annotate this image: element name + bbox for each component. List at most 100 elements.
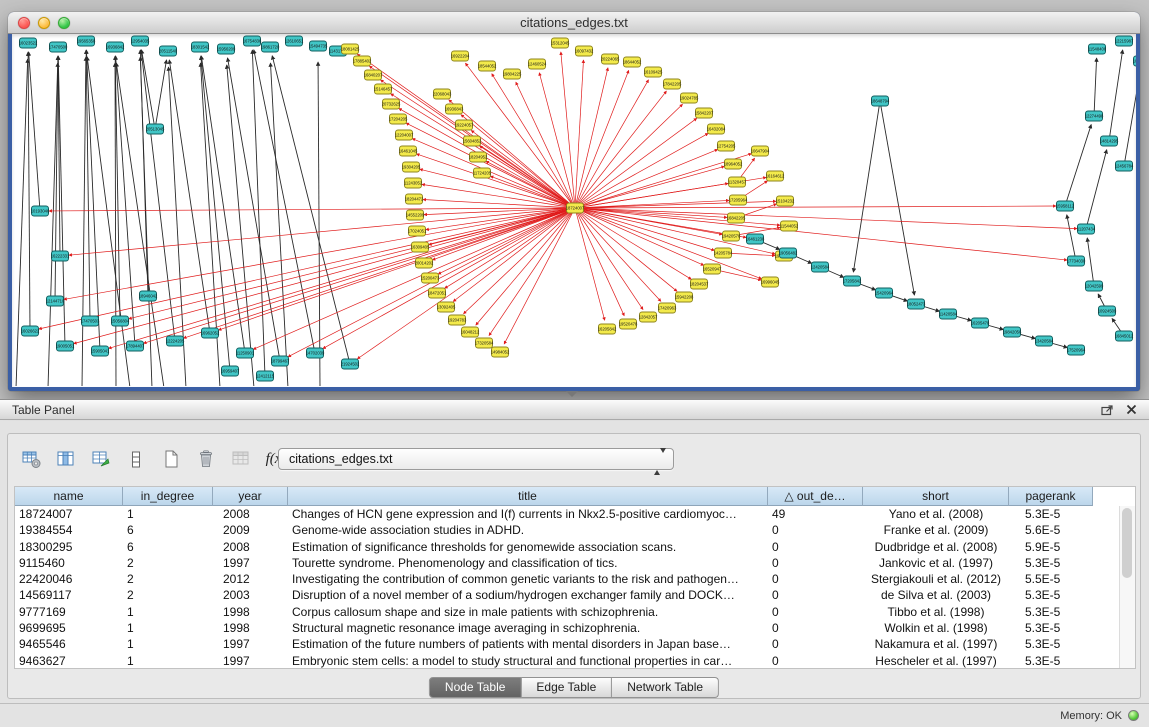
graph-node[interactable]: 13420584 (1035, 336, 1054, 346)
graph-node[interactable]: 12954035 (131, 36, 150, 46)
panel-divider-handle[interactable] (566, 391, 578, 397)
graph-node[interactable]: 15146457 (374, 84, 393, 94)
table-row[interactable]: 911546021997Tourette syndrome. Phenomeno… (15, 555, 1120, 571)
column-header-year[interactable]: year (213, 487, 288, 506)
graph-node[interactable]: 14702039 (306, 348, 325, 358)
graph-node[interactable]: 16048212 (461, 327, 480, 337)
graph-node[interactable]: 15494735 (309, 41, 328, 51)
graph-node[interactable]: 19224057 (455, 120, 474, 130)
graph-node[interactable]: 17885402 (353, 56, 372, 66)
graph-node[interactable]: 19304205 (402, 162, 421, 172)
graph-node[interactable]: 11320457 (728, 177, 747, 187)
graph-node[interactable]: 16922204 (451, 51, 470, 61)
tab-node-table[interactable]: Node Table (429, 677, 522, 698)
graph-node[interactable]: 12610651 (285, 36, 304, 46)
tab-edge-table[interactable]: Edge Table (521, 677, 612, 698)
graph-node[interactable]: 19420578 (722, 231, 741, 241)
graph-node[interactable]: 11724205 (473, 168, 492, 178)
graph-node[interactable]: 21924502 (341, 359, 360, 369)
graph-node[interactable]: 20732625 (382, 99, 401, 109)
graph-node[interactable]: 16962052 (201, 328, 220, 338)
graph-node[interactable]: 17470500 (49, 42, 68, 52)
graph-node[interactable]: 18946042 (139, 291, 158, 301)
graph-node[interactable]: 17842205 (663, 79, 682, 89)
graph-node[interactable]: 16845012 (1115, 331, 1134, 341)
graph-node[interactable]: 15604852 (463, 136, 482, 146)
graph-node[interactable]: 15056804 (111, 316, 130, 326)
citation-network-graph[interactable]: 1602352217470500195653581693684212954035… (12, 34, 1136, 386)
graph-node[interactable]: 10647904 (751, 146, 770, 156)
table-row[interactable]: 1872400712008Changes of HCN gene express… (15, 506, 1120, 522)
table-row[interactable]: 969969511998Structural magnetic resonanc… (15, 620, 1120, 636)
column-header-out_degree[interactable]: △ out_de… (768, 487, 863, 506)
graph-node[interactable]: 10973483 (1133, 56, 1136, 66)
table-source-dropdown[interactable]: citations_edges.txt (278, 448, 674, 470)
graph-node[interactable]: 15200473 (421, 273, 440, 283)
graph-node[interactable]: 16840207 (364, 70, 383, 80)
table-row[interactable]: 1938455462009Genome-wide association stu… (15, 522, 1120, 538)
table-vertical-scrollbar[interactable] (1119, 506, 1135, 668)
graph-node[interactable]: 14552209 (406, 210, 425, 220)
graph-node[interactable]: 15312045 (551, 38, 570, 48)
rows-strip-icon[interactable] (123, 447, 149, 471)
graph-node[interactable]: 15420964 (875, 288, 894, 298)
graph-node[interactable]: 12224205 (166, 336, 185, 346)
graph-node[interactable]: 18204952 (469, 152, 488, 162)
table-row[interactable]: 977716911998Corpus callosum shape and si… (15, 604, 1120, 620)
graph-node[interactable]: 18204472 (405, 194, 424, 204)
graph-node[interactable]: 19565358 (77, 36, 96, 46)
graph-node[interactable]: 19204783 (448, 315, 467, 325)
table-row[interactable]: 2242004622012Investigating the contribut… (15, 571, 1120, 587)
graph-node[interactable]: 12204007 (395, 130, 414, 140)
delete-column-icon[interactable] (193, 447, 219, 471)
table-row[interactable]: 1830029562008Estimation of significance … (15, 539, 1120, 555)
show-columns-icon[interactable] (53, 447, 79, 471)
graph-node[interactable]: 12215987 (1115, 36, 1134, 46)
column-header-short[interactable]: short (863, 487, 1009, 506)
network-canvas[interactable]: 1602352217470500195653581693684212954035… (12, 34, 1136, 387)
column-header-pagerank[interactable]: pagerank (1009, 487, 1093, 506)
table-options-icon[interactable] (18, 447, 44, 471)
column-header-in_degree[interactable]: in_degree (123, 487, 213, 506)
graph-node[interactable]: 15905041 (91, 346, 110, 356)
graph-node[interactable]: 17520964 (1067, 345, 1086, 355)
graph-node[interactable]: 16164612 (766, 171, 785, 181)
graph-node[interactable]: 10193046 (31, 206, 50, 216)
graph-node[interactable]: 19024785 (680, 93, 699, 103)
graph-node[interactable]: 12420584 (811, 262, 830, 272)
close-panel-icon[interactable] (1126, 404, 1137, 415)
graph-node[interactable]: 12274498 (1085, 111, 1104, 121)
graph-node[interactable]: 12754205 (717, 141, 736, 151)
graph-node[interactable]: 19520478 (619, 319, 638, 329)
graph-node[interactable]: 16309405 (411, 242, 430, 252)
graph-node[interactable]: 16959407 (221, 366, 240, 376)
graph-node[interactable]: 16205842 (598, 324, 617, 334)
graph-node[interactable]: 17470503 (81, 316, 100, 326)
graph-node[interactable]: 12144710 (46, 296, 65, 306)
minimize-window-button[interactable] (38, 17, 50, 29)
graph-node[interactable]: 17894407 (126, 341, 145, 351)
graph-node[interactable]: 15942208 (675, 292, 694, 302)
graph-node[interactable]: 19842056 (1003, 327, 1022, 337)
graph-node[interactable]: 16996045 (761, 277, 780, 287)
graph-node[interactable]: 17024051 (408, 226, 427, 236)
graph-node[interactable]: 18204537 (690, 279, 709, 289)
graph-node[interactable]: 17205842 (843, 276, 862, 286)
graph-node[interactable]: 11420584 (939, 309, 958, 319)
graph-node[interactable]: 18052473 (907, 299, 926, 309)
graph-node[interactable]: 18544052 (478, 61, 497, 71)
graph-node[interactable]: 16520947 (703, 264, 722, 274)
scrollbar-thumb[interactable] (1122, 508, 1132, 578)
graph-node[interactable]: 12412115 (256, 371, 275, 381)
graph-node[interactable]: 19005051 (56, 341, 75, 351)
graph-node[interactable]: 15842207 (695, 108, 714, 118)
graph-node[interactable]: 20513045 (146, 124, 165, 134)
graph-node[interactable]: 17204205 (389, 114, 408, 124)
graph-node[interactable]: 11243052 (404, 178, 423, 188)
graph-node[interactable]: 15958112 (1056, 201, 1075, 211)
graph-node[interactable]: 15104232 (776, 196, 795, 206)
graph-node[interactable]: 13092405 (437, 302, 456, 312)
graph-node[interactable]: 16023522 (19, 38, 38, 48)
graph-node[interactable]: 18964052 (724, 159, 743, 169)
graph-node[interactable]: 11207434 (1077, 224, 1096, 234)
